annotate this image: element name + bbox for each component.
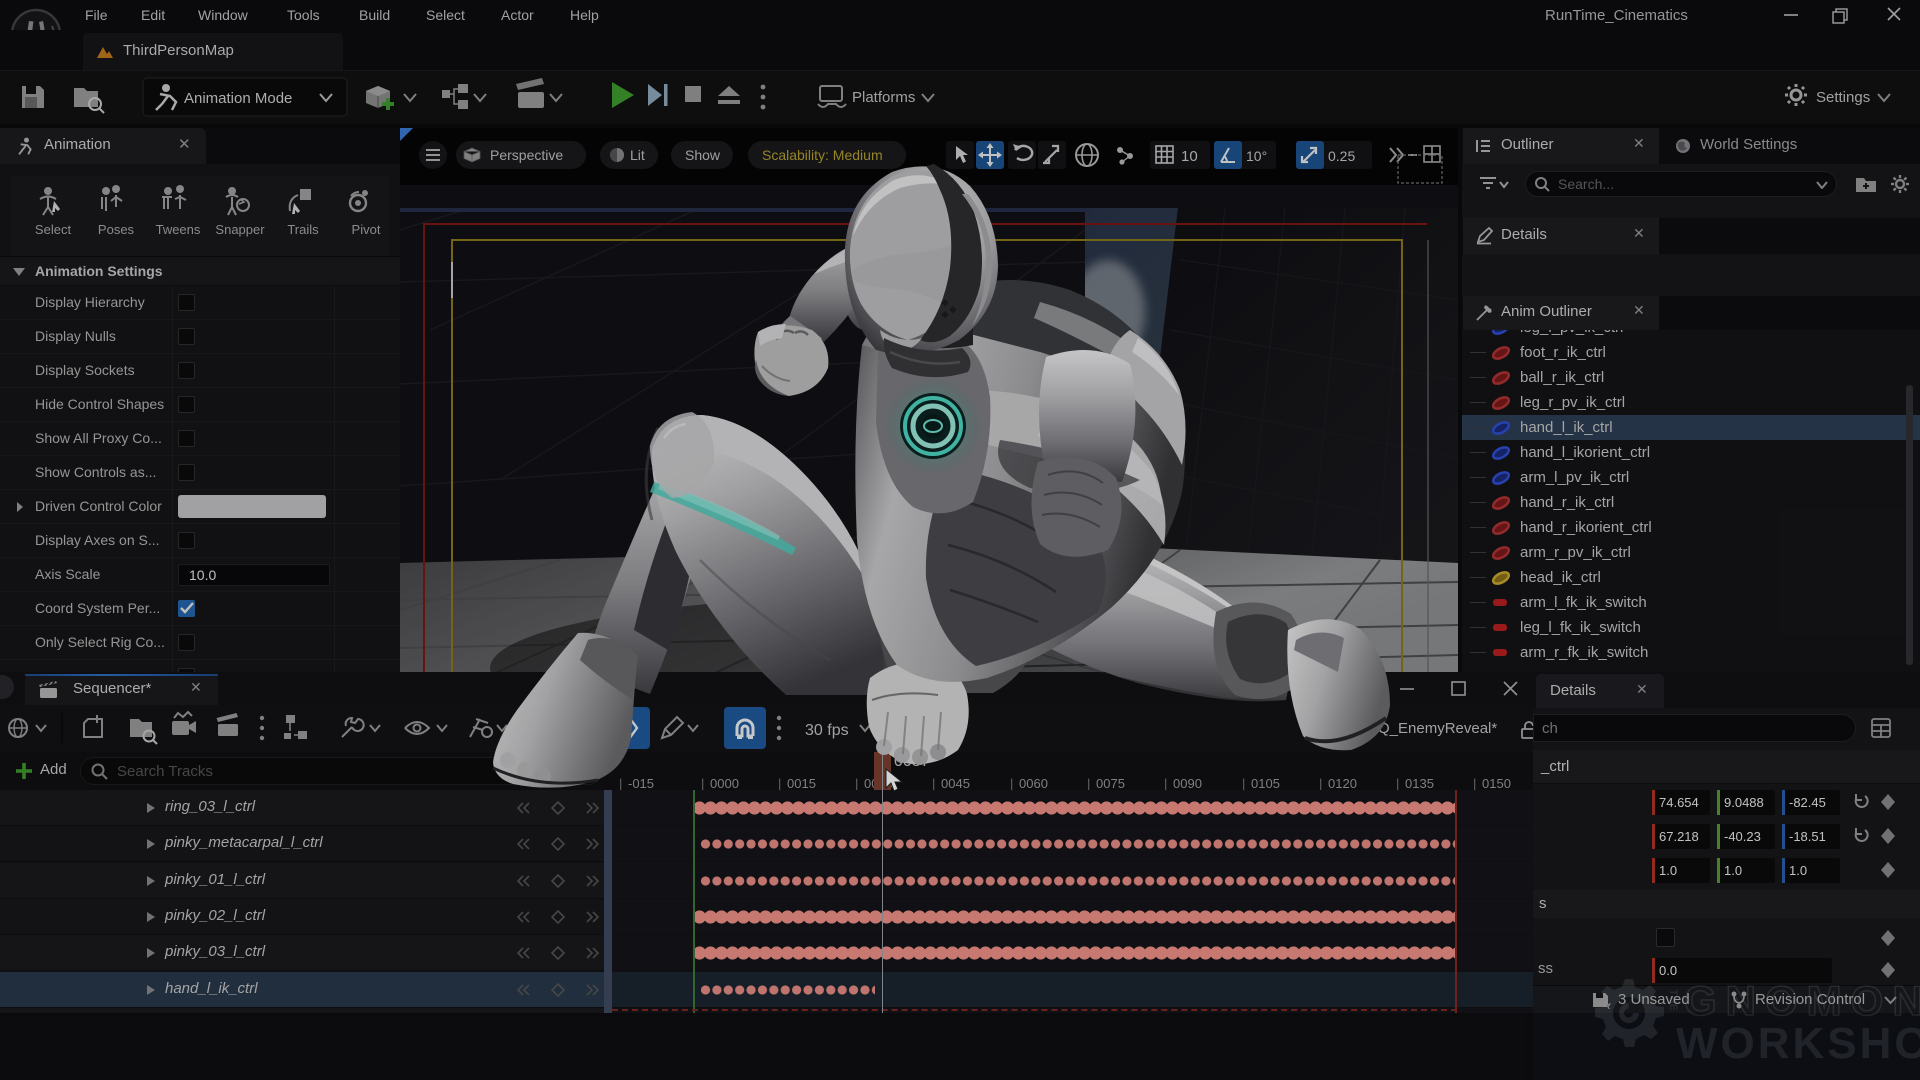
svg-text:WORKSHOP: WORKSHOP (1676, 1019, 1920, 1068)
svg-text:Perspective: Perspective (490, 147, 563, 163)
svg-text:0.25: 0.25 (1328, 148, 1355, 164)
svg-text:Platforms: Platforms (852, 89, 915, 106)
svg-text:THE: THE (1667, 989, 1679, 1011)
svg-text:Scalability: Medium: Scalability: Medium (762, 147, 883, 163)
svg-text:Animation Mode: Animation Mode (184, 90, 292, 107)
svg-text:10: 10 (1181, 148, 1198, 165)
svg-text:10°: 10° (1246, 148, 1267, 164)
svg-text:Lit: Lit (630, 147, 645, 163)
svg-text:Settings: Settings (1816, 89, 1870, 106)
svg-text:GNOMON: GNOMON (1684, 977, 1920, 1024)
svg-text:Show: Show (685, 147, 721, 163)
svg-text:30 fps: 30 fps (805, 722, 849, 739)
